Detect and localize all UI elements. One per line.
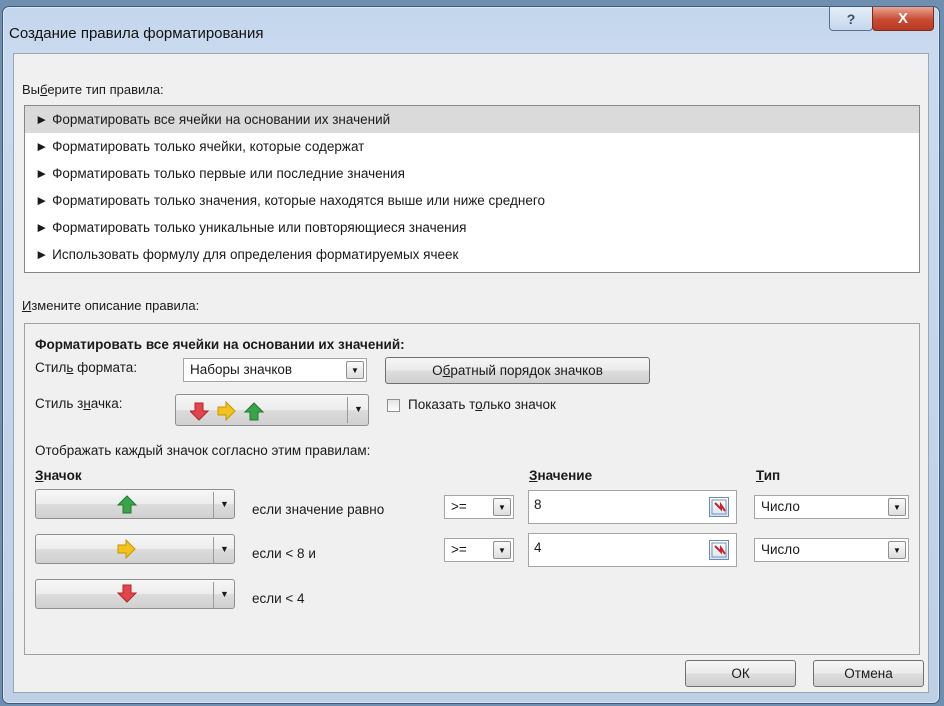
type-column-header: Тип — [756, 468, 781, 483]
rule-type-item[interactable]: ► Форматировать все ячейки на основании … — [25, 106, 919, 133]
show-icon-only-label: Показать только значок — [408, 397, 556, 412]
chevron-down-icon[interactable]: ▼ — [354, 404, 363, 414]
cancel-button[interactable]: Отмена — [813, 660, 924, 687]
dialog-body: Выберите тип правила: ► Форматировать вс… — [13, 53, 929, 693]
icon-column-header: Значок — [35, 468, 82, 483]
chevron-down-icon[interactable]: ▼ — [493, 541, 511, 559]
rule-type-value-2: Число — [761, 542, 800, 557]
rule-description-label: Измените описание правила: — [22, 298, 200, 313]
rule-operator-select-2[interactable]: >= ▼ — [444, 538, 514, 562]
range-picker-icon[interactable] — [709, 540, 729, 560]
rule-description-panel: Форматировать все ячейки на основании их… — [24, 323, 920, 655]
value-column-header: Значение — [529, 468, 593, 483]
chevron-down-icon[interactable]: ▼ — [888, 498, 906, 516]
rule-type-item[interactable]: ► Форматировать только уникальные или по… — [25, 214, 919, 241]
rule-type-select-1[interactable]: Число ▼ — [754, 495, 909, 519]
up-arrow-icon — [116, 495, 138, 514]
rule-heading: Форматировать все ячейки на основании их… — [35, 337, 405, 352]
range-picker-icon[interactable] — [709, 497, 729, 517]
rule-type-value-1: Число — [761, 499, 800, 514]
rule-condition-1: если значение равно — [252, 502, 385, 517]
chevron-down-icon[interactable]: ▼ — [346, 361, 364, 379]
rule-type-item[interactable]: ► Форматировать только ячейки, которые с… — [25, 133, 919, 160]
dialog-title: Создание правила форматирования — [9, 25, 264, 42]
help-icon: ? — [846, 10, 856, 27]
chevron-down-icon[interactable]: ▼ — [220, 499, 229, 509]
chevron-down-icon[interactable]: ▼ — [888, 541, 906, 559]
rule-value-input-2[interactable]: 4 — [528, 533, 737, 567]
rule-icon-select-2[interactable]: ▼ — [35, 534, 235, 564]
title-bar[interactable]: Создание правила форматирования ? X — [3, 7, 939, 53]
format-style-select[interactable]: Наборы значков ▼ — [183, 358, 367, 382]
rule-operator-value-2: >= — [451, 542, 467, 557]
right-arrow-icon — [117, 539, 136, 559]
rule-type-list[interactable]: ► Форматировать все ячейки на основании … — [24, 105, 920, 273]
down-arrow-icon — [116, 584, 138, 603]
format-style-value: Наборы значков — [190, 362, 293, 377]
rule-type-select-2[interactable]: Число ▼ — [754, 538, 909, 562]
dialog-window: Создание правила форматирования ? X Выбе… — [2, 6, 940, 704]
rule-condition-2: если < 8 и — [252, 546, 316, 561]
chevron-down-icon[interactable]: ▼ — [493, 498, 511, 516]
close-button[interactable]: X — [872, 7, 934, 31]
rule-type-item[interactable]: ► Форматировать только первые или послед… — [25, 160, 919, 187]
rule-condition-3: если < 4 — [252, 591, 305, 606]
chevron-down-icon[interactable]: ▼ — [220, 544, 229, 554]
rule-value-input-1[interactable]: 8 — [528, 490, 737, 524]
rule-operator-value-1: >= — [451, 499, 467, 514]
rule-type-item[interactable]: ► Использовать формулу для определения ф… — [25, 241, 919, 268]
rule-type-item[interactable]: ► Форматировать только значения, которые… — [25, 187, 919, 214]
help-button[interactable]: ? — [829, 7, 873, 31]
rule-icon-select-1[interactable]: ▼ — [35, 489, 235, 519]
show-icon-only-checkbox[interactable] — [387, 399, 400, 412]
format-style-label: Стиль формата: — [35, 360, 138, 375]
icon-style-label: Стиль значка: — [35, 396, 123, 411]
display-rules-label: Отображать каждый значок согласно этим п… — [35, 443, 371, 458]
rule-operator-select-1[interactable]: >= ▼ — [444, 495, 514, 519]
chevron-down-icon[interactable]: ▼ — [220, 589, 229, 599]
ok-button[interactable]: ОК — [685, 660, 796, 687]
rule-type-label: Выберите тип правила: — [22, 82, 164, 97]
icon-style-select[interactable]: ▼ — [175, 394, 369, 426]
reverse-icon-order-button[interactable]: Об ратный порядок значков — [385, 357, 650, 384]
close-icon: X — [897, 10, 908, 27]
rule-icon-select-3[interactable]: ▼ — [35, 579, 235, 609]
icon-set-preview — [190, 401, 265, 421]
